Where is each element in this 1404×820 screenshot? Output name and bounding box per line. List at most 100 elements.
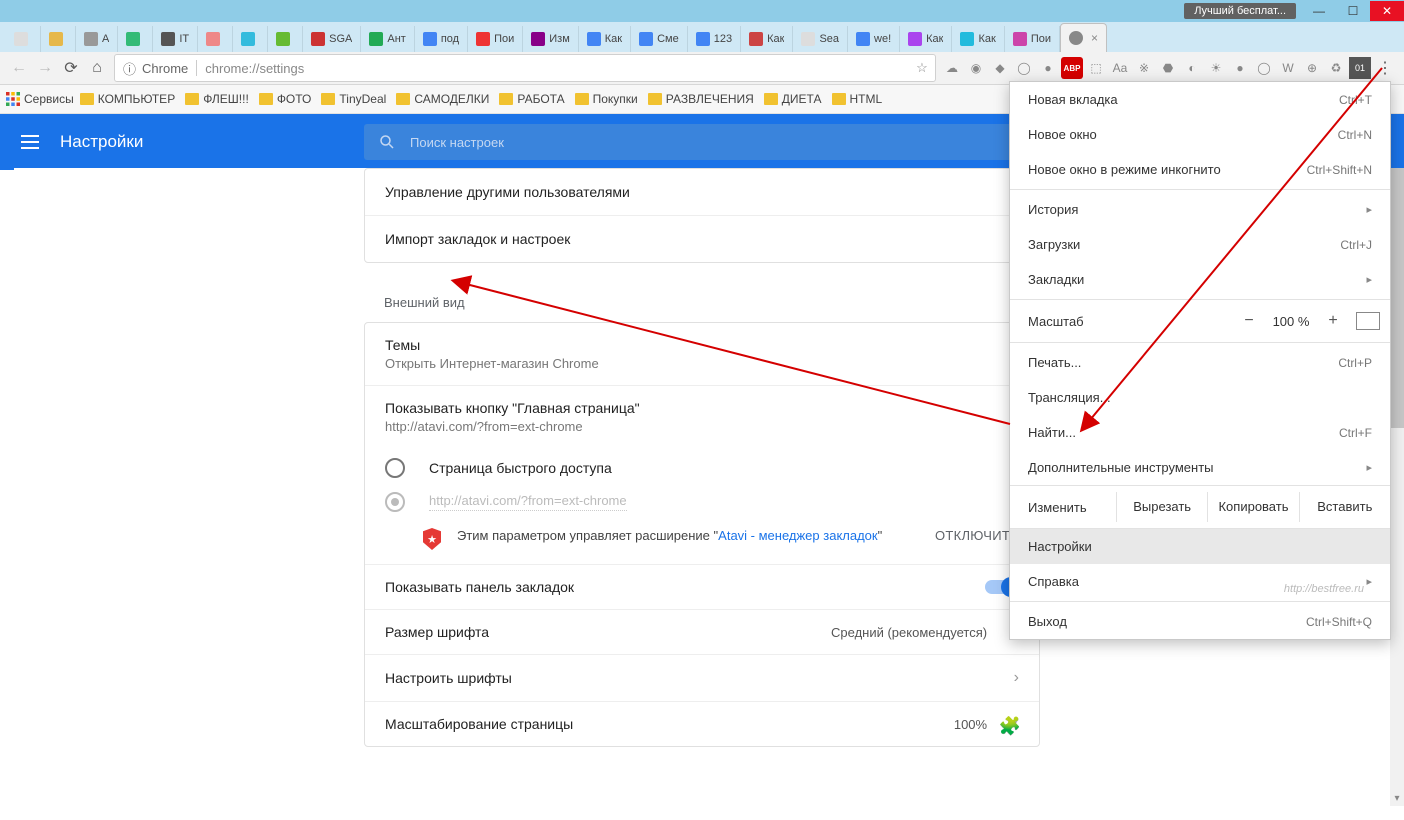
row-import-bookmarks[interactable]: Импорт закладок и настроек › [365,216,1039,262]
extension-icon[interactable]: ※ [1133,57,1155,79]
extension-icon[interactable]: ◉ [965,57,987,79]
menu-paste[interactable]: Вставить [1299,492,1390,522]
tab[interactable] [233,26,268,52]
extension-icon[interactable]: ☁ [941,57,963,79]
menu-incognito[interactable]: Новое окно в режиме инкогнитоCtrl+Shift+… [1010,152,1390,187]
radio-custom-url[interactable]: http://atavi.com/?from=ext-chrome [385,492,1019,512]
font-size-select[interactable]: Средний (рекомендуется) ▼ [831,625,1019,640]
close-icon[interactable]: × [1091,31,1098,45]
zoom-value: 100 % [1264,314,1318,329]
menu-more-tools[interactable]: Дополнительные инструменты▸ [1010,450,1390,485]
tab[interactable] [198,26,233,52]
menu-help[interactable]: Справка▸ http://bestfree.ru [1010,564,1390,599]
extension-icon[interactable]: ♻ [1325,57,1347,79]
bookmark-folder[interactable]: РАБОТА [499,92,564,106]
chrome-menu-button[interactable]: ⋮ [1372,55,1398,81]
scroll-down-icon[interactable]: ▾ [1390,792,1404,806]
reload-button[interactable]: ⟳ [58,55,84,81]
extension-link[interactable]: Atavi - менеджер закладок [718,528,877,543]
zoom-out-button[interactable]: − [1234,312,1264,330]
tab[interactable]: Пои [1005,26,1060,52]
extension-icon[interactable]: Aa [1109,57,1131,79]
tab[interactable]: Как [952,26,1004,52]
menu-history[interactable]: История▸ [1010,192,1390,227]
bookmark-folder[interactable]: HTML [832,92,883,106]
scroll-thumb[interactable] [1390,168,1404,428]
bookmark-folder[interactable]: ФЛЕШ!!! [185,92,249,106]
tab[interactable] [118,26,153,52]
apps-button[interactable]: Сервисы [6,92,74,106]
extension-icon[interactable]: ⬣ [1157,57,1179,79]
tab[interactable]: SGA [303,26,361,52]
extension-icon[interactable]: 01 [1349,57,1371,79]
tab[interactable]: 123 [688,26,741,52]
row-manage-users[interactable]: Управление другими пользователями › [365,169,1039,216]
extension-icon[interactable]: ABP [1061,57,1083,79]
bookmark-folder[interactable]: ДИЕТА [764,92,822,106]
menu-cut[interactable]: Вырезать [1116,492,1207,522]
scrollbar[interactable]: ▾ [1390,168,1404,806]
extension-icon[interactable]: ◐ [1181,57,1203,79]
extension-icon[interactable]: ⬚ [1085,57,1107,79]
tab[interactable]: под [415,26,468,52]
tab[interactable]: Ант [361,26,414,52]
extension-icon[interactable]: ● [1229,57,1251,79]
tab[interactable] [6,26,41,52]
menu-settings[interactable]: Настройки [1010,529,1390,564]
tab[interactable]: Sea [793,26,848,52]
tab[interactable]: Как [741,26,793,52]
menu-new-tab[interactable]: Новая вкладкаCtrl+T [1010,82,1390,117]
tab[interactable]: IT [153,26,198,52]
extension-icon[interactable]: W [1277,57,1299,79]
row-customize-fonts[interactable]: Настроить шрифты › [365,655,1039,702]
extension-icon[interactable]: ◯ [1253,57,1275,79]
tab[interactable]: Как [579,26,631,52]
window-maximize-button[interactable]: ☐ [1336,1,1370,21]
menu-cast[interactable]: Трансляция... [1010,380,1390,415]
tab-active[interactable]: × [1060,23,1107,52]
row-bookmarks-bar[interactable]: Показывать панель закладок [365,565,1039,610]
menu-exit[interactable]: ВыходCtrl+Shift+Q [1010,604,1390,639]
row-font-size[interactable]: Размер шрифта Средний (рекомендуется) ▼ [365,610,1039,655]
bookmark-folder[interactable]: САМОДЕЛКИ [396,92,489,106]
menu-downloads[interactable]: ЗагрузкиCtrl+J [1010,227,1390,262]
tab[interactable]: A [76,26,118,52]
back-button[interactable]: ← [6,55,32,81]
radio-new-tab-page[interactable]: Страница быстрого доступа [385,458,1019,478]
menu-print[interactable]: Печать...Ctrl+P [1010,345,1390,380]
menu-bookmarks[interactable]: Закладки▸ [1010,262,1390,297]
home-button[interactable]: ⌂ [84,55,110,81]
forward-button[interactable]: → [32,55,58,81]
menu-copy[interactable]: Копировать [1207,492,1298,522]
bookmark-folder[interactable]: РАЗВЛЕЧЕНИЯ [648,92,754,106]
window-minimize-button[interactable]: — [1302,1,1336,21]
bookmark-folder[interactable]: Покупки [575,92,638,106]
omnibox[interactable]: ⓘ Chrome chrome://settings ☆ [114,54,936,82]
menu-new-window[interactable]: Новое окноCtrl+N [1010,117,1390,152]
tab[interactable]: Изм [523,26,579,52]
tab[interactable]: Как [900,26,952,52]
extension-icon[interactable]: ☀ [1205,57,1227,79]
bookmark-star-icon[interactable]: ☆ [909,60,935,76]
bookmark-folder[interactable]: TinyDeal [321,92,386,106]
window-close-button[interactable]: ✕ [1370,1,1404,21]
extension-icon[interactable]: ◆ [989,57,1011,79]
row-themes[interactable]: Темы Открыть Интернет-магазин Chrome [365,323,1039,386]
disable-button[interactable]: ОТКЛЮЧИТЬ [935,528,1019,543]
extension-icon[interactable]: ⊕ [1301,57,1323,79]
tab[interactable]: we! [848,26,900,52]
tab[interactable] [41,26,76,52]
tab[interactable]: Сме [631,26,688,52]
tab[interactable]: Пои [468,26,523,52]
extension-icon[interactable]: ◯ [1013,57,1035,79]
tab[interactable] [268,26,303,52]
fullscreen-icon[interactable] [1356,312,1380,330]
zoom-in-button[interactable]: + [1318,312,1348,330]
settings-search[interactable]: Поиск настроек [364,124,1034,160]
row-page-zoom[interactable]: Масштабирование страницы 100% ▼ [365,702,1039,746]
bookmark-folder[interactable]: ФОТО [259,92,312,106]
menu-find[interactable]: Найти...Ctrl+F [1010,415,1390,450]
bookmark-folder[interactable]: КОМПЬЮТЕР [80,92,175,106]
hamburger-icon[interactable] [18,130,42,154]
extension-icon[interactable]: ● [1037,57,1059,79]
